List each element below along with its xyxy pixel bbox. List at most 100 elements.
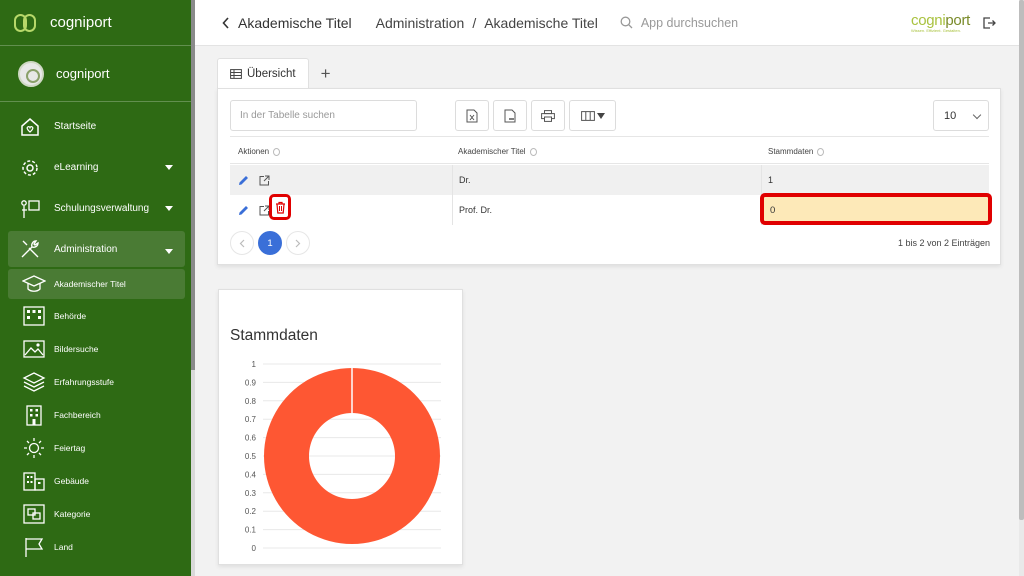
presentation-icon bbox=[18, 197, 42, 221]
pdf-file-icon bbox=[504, 109, 516, 122]
column-visibility-button[interactable] bbox=[569, 100, 616, 131]
sidebar-subitem-kategorie[interactable]: Kategorie bbox=[0, 497, 195, 530]
prev-page-button[interactable] bbox=[230, 231, 254, 255]
next-page-button[interactable] bbox=[286, 231, 310, 255]
sidebar-item-label: Startseite bbox=[54, 121, 97, 132]
y-tick-label: 0.7 bbox=[245, 415, 257, 424]
sidebar-subitem-fachbereich[interactable]: Fachbereich bbox=[0, 398, 195, 431]
sidebar-subitem-bildersuche[interactable]: Bildersuche bbox=[0, 332, 195, 365]
sidebar-subitem-akademischer-titel[interactable]: Akademischer Titel bbox=[8, 269, 185, 299]
export-pdf-button[interactable] bbox=[493, 100, 527, 131]
sidebar-subitem-land[interactable]: Land bbox=[0, 530, 195, 563]
cogniport-brand-logo: cogniport Wissen. Effizient. Gestalten. bbox=[911, 12, 970, 33]
chart-card: Stammdaten 1 0.9 0.8 0.7 0.6 0.5 0.4 0.3 0.2 0.1 0 bbox=[218, 289, 463, 565]
delete-button[interactable] bbox=[269, 194, 291, 220]
cell-stammdaten-highlighted[interactable]: 0 bbox=[760, 193, 992, 225]
page-title: Akademische Titel bbox=[238, 14, 352, 31]
excel-file-icon bbox=[466, 109, 478, 122]
sidebar-item-label: Land bbox=[54, 541, 73, 552]
sidebar-subitem-erfahrungsstufe[interactable]: Erfahrungsstufe bbox=[0, 365, 195, 398]
sidebar-item-label: Administration bbox=[54, 243, 118, 255]
page-size-value: 10 bbox=[944, 110, 957, 122]
table-header: Aktionen Akademischer Titel Stammdaten bbox=[230, 136, 989, 164]
cell-titel: Dr. bbox=[459, 175, 471, 185]
y-tick-label: 0 bbox=[252, 544, 257, 553]
cogniport-logo-icon bbox=[14, 12, 40, 34]
donut-chart: 1 0.9 0.8 0.7 0.6 0.5 0.4 0.3 0.2 0.1 0 bbox=[245, 360, 441, 553]
caret-down-icon bbox=[596, 112, 605, 119]
brand-name: cogniport bbox=[50, 14, 112, 31]
y-tick-label: 0.8 bbox=[245, 397, 257, 406]
main-scrollbar[interactable] bbox=[1019, 0, 1024, 576]
sidebar-item-label: Erfahrungsstufe bbox=[54, 376, 115, 387]
export-excel-button[interactable] bbox=[455, 100, 489, 131]
buildings-icon bbox=[22, 470, 46, 492]
main-scrollbar-thumb[interactable] bbox=[1019, 0, 1024, 520]
logout-icon[interactable] bbox=[982, 16, 996, 30]
table-search-input[interactable]: In der Tabelle suchen bbox=[230, 100, 417, 131]
sidebar-subitem-gebaeude[interactable]: Gebäude bbox=[0, 464, 195, 497]
sidebar-item-administration[interactable]: Administration bbox=[8, 231, 185, 267]
user-profile[interactable]: cogniport bbox=[0, 46, 195, 102]
chevron-down-icon bbox=[972, 110, 982, 120]
column-header-akademischer-titel[interactable]: Akademischer Titel bbox=[458, 147, 537, 156]
cell-titel: Prof. Dr. bbox=[459, 205, 493, 215]
column-header-stammdaten[interactable]: Stammdaten bbox=[768, 147, 825, 156]
sidebar-item-label: Akademischer Titel bbox=[54, 279, 126, 289]
column-header-aktionen[interactable]: Aktionen bbox=[238, 147, 281, 156]
category-icon bbox=[22, 503, 46, 525]
breadcrumb-parent[interactable]: Administration bbox=[376, 15, 465, 31]
chevron-down-icon bbox=[165, 165, 173, 170]
y-tick-label: 0.1 bbox=[245, 526, 257, 535]
edit-pencil-icon[interactable] bbox=[238, 175, 249, 186]
breadcrumb-separator: / bbox=[472, 14, 477, 31]
table-icon bbox=[230, 69, 242, 79]
office-building-icon bbox=[22, 404, 46, 426]
sidebar-item-schulungsverwaltung[interactable]: Schulungsverwaltung bbox=[0, 188, 195, 229]
chevron-down-icon bbox=[165, 206, 173, 211]
tab-bar: Übersicht + bbox=[217, 58, 343, 89]
sidebar-item-elearning[interactable]: eLearning bbox=[0, 147, 195, 188]
app-search-placeholder: App durchsuchen bbox=[640, 15, 739, 30]
sidebar-item-label: Feiertag bbox=[54, 442, 86, 453]
sidebar-subitem-feiertag[interactable]: Feiertag bbox=[0, 431, 195, 464]
home-heart-icon bbox=[18, 115, 42, 139]
page-button-current[interactable]: 1 bbox=[258, 231, 282, 255]
sidebar-scrollbar[interactable] bbox=[191, 0, 195, 576]
y-tick-label: 0.5 bbox=[245, 452, 257, 461]
sidebar-scrollbar-thumb[interactable] bbox=[191, 0, 195, 370]
print-button[interactable] bbox=[531, 100, 565, 131]
row-actions bbox=[238, 165, 270, 195]
open-external-icon[interactable] bbox=[259, 175, 270, 186]
chevron-left-icon bbox=[239, 239, 245, 247]
layers-icon bbox=[22, 371, 46, 393]
page-size-select[interactable]: 10 bbox=[933, 100, 989, 131]
search-icon bbox=[620, 16, 633, 29]
chevron-right-icon bbox=[295, 239, 301, 247]
tab-uebersicht[interactable]: Übersicht bbox=[217, 58, 309, 89]
y-tick-label: 0.6 bbox=[245, 434, 257, 443]
add-tab-button[interactable]: + bbox=[309, 58, 343, 89]
table-row: Dr. 1 bbox=[230, 165, 989, 195]
columns-icon bbox=[580, 110, 595, 121]
sidebar-item-label: Fachbereich bbox=[54, 409, 101, 420]
y-tick-label: 0.9 bbox=[245, 378, 257, 387]
sidebar-subitem-behoerde[interactable]: Behörde bbox=[0, 299, 195, 332]
app-search[interactable]: App durchsuchen bbox=[620, 16, 738, 30]
y-tick-label: 0.3 bbox=[245, 489, 257, 498]
y-tick-label: 0.4 bbox=[245, 470, 257, 479]
sort-icon bbox=[529, 147, 537, 156]
tools-icon bbox=[18, 237, 42, 261]
sidebar-brand[interactable]: cogniport bbox=[0, 0, 195, 46]
sidebar-item-label: Bildersuche bbox=[54, 343, 99, 354]
y-tick-label: 0.2 bbox=[245, 507, 257, 516]
sidebar-item-startseite[interactable]: Startseite bbox=[0, 106, 195, 147]
brand-logo-part-a: cogni bbox=[911, 12, 946, 29]
y-tick-label: 1 bbox=[252, 360, 257, 369]
graduation-cap-icon bbox=[22, 273, 46, 295]
printer-icon bbox=[541, 109, 555, 122]
edit-pencil-icon[interactable] bbox=[238, 205, 249, 216]
sidebar-item-label: eLearning bbox=[54, 162, 99, 173]
sun-icon bbox=[22, 437, 46, 459]
back-chevron-icon[interactable] bbox=[222, 16, 232, 30]
